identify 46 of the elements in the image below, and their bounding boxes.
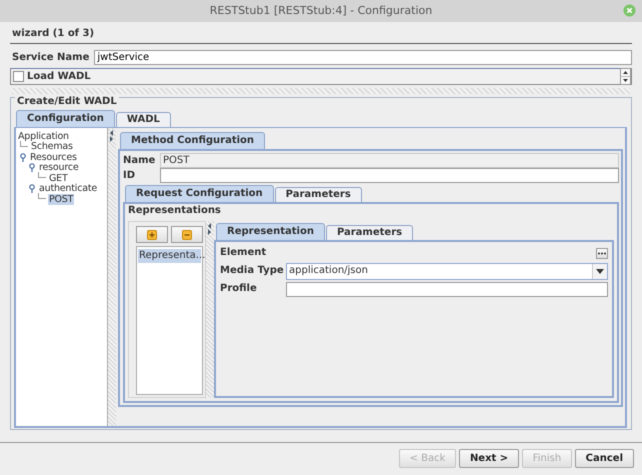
field-label: Profile <box>220 283 258 295</box>
media-type-combo[interactable]: application/json <box>286 262 608 280</box>
dropdown-icon[interactable] <box>596 268 604 274</box>
wizard-heading: wizard (1 of 3) <box>11 27 94 41</box>
tree-item[interactable]: GET <box>48 173 69 184</box>
plus-icon[interactable] <box>147 230 158 240</box>
tab[interactable]: Configuration <box>16 110 115 127</box>
tab[interactable]: Parameters <box>326 225 414 240</box>
minus-icon[interactable] <box>182 230 192 240</box>
splitter-arrows-icon[interactable] <box>207 223 212 235</box>
group-title: Create/Edit WADL <box>15 96 119 108</box>
tree-item[interactable]: POST <box>48 194 74 204</box>
tree-item[interactable]: resource <box>38 162 80 173</box>
field-label: Name <box>123 154 156 166</box>
tree-item[interactable]: authenticate <box>38 184 98 194</box>
tab[interactable]: Representation <box>216 223 325 240</box>
field-label: ID <box>123 170 136 182</box>
ellipsis-icon[interactable] <box>598 252 606 254</box>
window-title: RESTStub1 [RESTStub:4] - Configuration <box>210 4 432 18</box>
field-label: Media Type <box>220 265 285 277</box>
checkbox-label: Load WADL <box>27 70 91 82</box>
tree-handle-icon[interactable] <box>19 152 27 162</box>
tree-item[interactable]: Resources <box>29 152 78 162</box>
id-field[interactable] <box>160 168 619 183</box>
section-title: Representations <box>128 205 222 217</box>
add-button[interactable] <box>136 226 168 243</box>
service-name-field[interactable]: jwtService <box>94 50 632 65</box>
tab[interactable]: Request Configuration <box>125 185 274 202</box>
tree-item[interactable]: Schemas <box>30 142 74 152</box>
tab[interactable]: Method Configuration <box>120 132 266 149</box>
wizard-button[interactable]: Cancel <box>574 449 634 468</box>
spinner-icon[interactable] <box>620 68 631 85</box>
checkbox[interactable] <box>13 71 24 82</box>
splitter-arrows-icon[interactable] <box>109 130 114 142</box>
field-label: Element <box>220 247 268 259</box>
browse-button[interactable] <box>596 248 608 258</box>
combo-value: application/json <box>288 264 369 278</box>
tree-handle-icon[interactable] <box>28 184 36 194</box>
wizard-button[interactable]: Next > <box>458 449 520 468</box>
tree-item[interactable]: Application <box>17 131 70 142</box>
tree-handle-icon[interactable] <box>28 163 36 172</box>
tab[interactable]: WADL <box>116 112 171 127</box>
profile-field[interactable] <box>286 282 608 296</box>
field-label: Service Name <box>12 52 90 64</box>
name-field: POST <box>160 153 619 168</box>
tab[interactable]: Parameters <box>274 187 362 202</box>
